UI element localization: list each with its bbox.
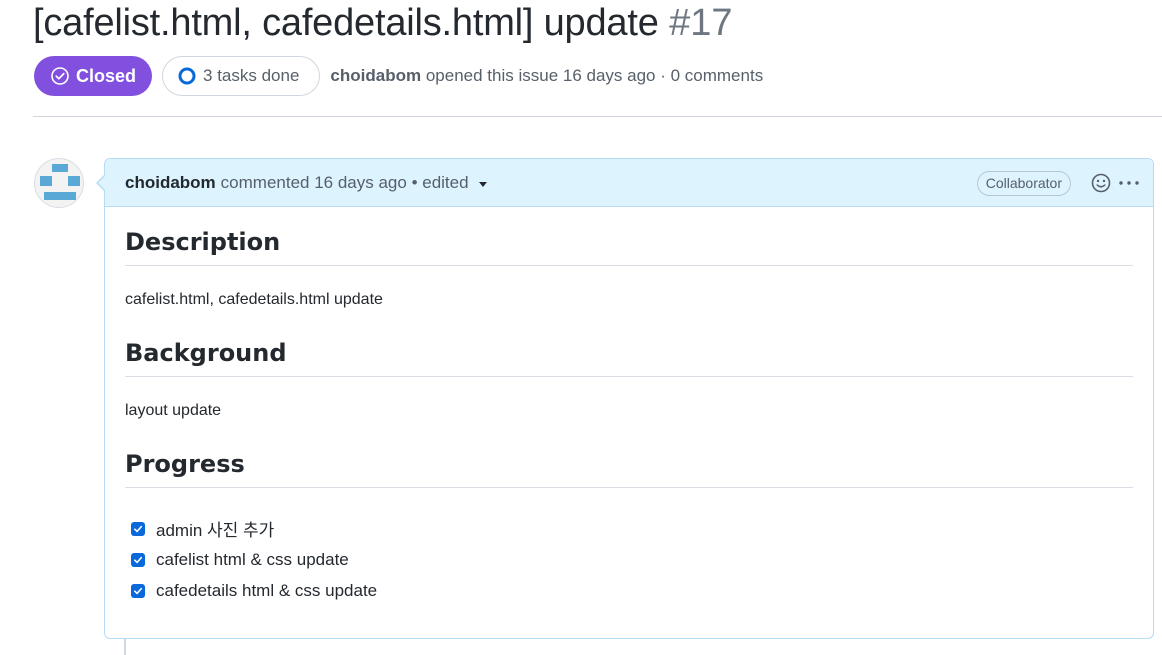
heading-background: Background	[125, 338, 1133, 377]
checkmark-icon	[134, 525, 143, 532]
kebab-menu-icon[interactable]	[1117, 171, 1141, 195]
comment-author-link[interactable]: choidabom	[125, 173, 216, 193]
header-divider	[33, 116, 1162, 117]
task-list-item: cafelist html & css update	[125, 544, 1133, 575]
heading-progress: Progress	[125, 449, 1133, 488]
issue-number: #17	[669, 2, 733, 44]
task-list: admin 사진 추가 cafelist html & css update c…	[125, 513, 1133, 606]
task-checkbox[interactable]	[131, 583, 145, 598]
issue-opened-info: choidabom opened this issue 16 days ago …	[330, 66, 763, 86]
issue-meta: Closed 3 tasks done choidabom opened thi…	[34, 56, 763, 96]
issue-author-link[interactable]: choidabom	[330, 66, 421, 85]
avatar[interactable]	[34, 158, 84, 208]
background-text: layout update	[125, 402, 222, 419]
section-background: Background layout update	[125, 338, 1133, 421]
checkmark-icon	[134, 556, 143, 563]
tasks-progress-pill[interactable]: 3 tasks done	[162, 56, 321, 96]
checkmark-icon	[134, 587, 143, 594]
task-list-item: admin 사진 추가	[125, 513, 1133, 544]
issue-title-row: [cafelist.html, cafedetails.html] update…	[33, 0, 733, 48]
closed-check-circle-icon	[51, 67, 69, 85]
comment-header-actions: Collaborator	[976, 159, 1141, 207]
task-label: cafedetails html & css update	[156, 580, 378, 600]
task-label: cafelist html & css update	[156, 549, 349, 569]
task-label: admin 사진 추가	[156, 521, 275, 540]
issue-opened-text: opened this issue 16 days ago · 0 commen…	[425, 66, 764, 85]
task-checkbox[interactable]	[131, 552, 145, 567]
smiley-icon[interactable]	[1089, 171, 1113, 195]
issue-comment: choidabom commented 16 days ago • edited…	[96, 158, 1154, 639]
section-description: Description cafelist.html, cafedetails.h…	[125, 227, 1133, 310]
description-text: cafelist.html, cafedetails.html update	[125, 291, 383, 308]
task-checkbox[interactable]	[131, 521, 145, 536]
comment-meta: choidabom commented 16 days ago • edited	[125, 173, 487, 193]
state-badge: Closed	[34, 56, 153, 96]
state-label: Closed	[76, 65, 137, 86]
comment-body: Description cafelist.html, cafedetails.h…	[105, 207, 1153, 606]
edited-dropdown-caret-icon[interactable]	[478, 181, 487, 187]
issue-title: [cafelist.html, cafedetails.html] update	[33, 2, 659, 44]
collaborator-badge: Collaborator	[976, 170, 1071, 196]
comment-action-text[interactable]: commented 16 days ago • edited	[221, 173, 469, 193]
section-progress: Progress admin 사진 추가 cafelist html & css…	[125, 449, 1133, 606]
identicon-avatar-icon	[40, 164, 80, 200]
heading-description: Description	[125, 227, 1133, 266]
task-list-item: cafedetails html & css update	[125, 575, 1133, 606]
tasks-summary: 3 tasks done	[203, 66, 300, 85]
comment-header: choidabom commented 16 days ago • edited…	[105, 159, 1153, 207]
task-progress-ring-icon	[178, 67, 196, 85]
